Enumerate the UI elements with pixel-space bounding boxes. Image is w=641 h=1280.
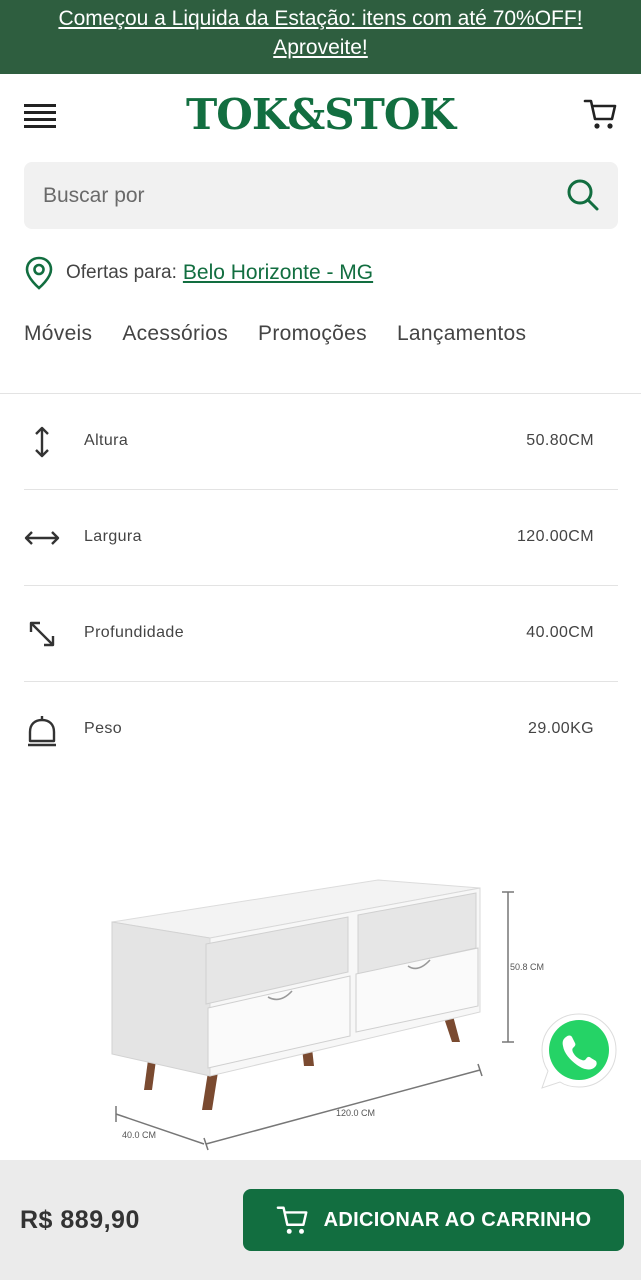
weight-icon (28, 716, 56, 747)
spec-name: Peso (84, 720, 123, 737)
location-label: Ofertas para: (66, 262, 177, 283)
spec-name: Largura (84, 528, 142, 545)
search-input[interactable] (24, 162, 544, 229)
whatsapp-icon[interactable] (538, 1010, 620, 1092)
nav-item-lancamentos[interactable]: Lançamentos (397, 322, 526, 346)
brand-logo[interactable]: TOK&STOK (0, 90, 641, 139)
spec-value: 29.00KG (528, 720, 594, 737)
location-city-link[interactable]: Belo Horizonte - MG (183, 261, 373, 285)
product-price: R$ 889,90 (20, 1206, 140, 1234)
nav-item-acessorios[interactable]: Acessórios (122, 322, 228, 346)
product-image: 50.8 CM 120.0 CM 40.0 CM (111, 879, 544, 1151)
leg (202, 1072, 218, 1110)
add-to-cart-button[interactable]: ADICIONAR AO CARRINHO (243, 1189, 624, 1251)
height-arrow-icon (35, 426, 49, 458)
width-arrow-icon (24, 531, 60, 545)
bottom-purchase-bar: R$ 889,90 ADICIONAR AO CARRINHO (0, 1160, 641, 1280)
promo-link[interactable]: Começou a Liquida da Estação: itens com … (21, 4, 621, 62)
product-specs: Altura 50.80CM Largura 120.00CM Profundi… (24, 394, 618, 778)
header: TOK&STOK (0, 74, 641, 158)
search-bar (24, 162, 618, 229)
spec-value: 40.00CM (526, 624, 594, 641)
spec-row-height: Altura 50.80CM (24, 394, 618, 490)
dimension-depth-label: 40.0 CM (122, 1130, 156, 1140)
shopping-cart-icon[interactable] (583, 96, 619, 132)
location-pin-icon (25, 256, 53, 290)
search-icon[interactable] (566, 178, 600, 212)
spec-row-width: Largura 120.00CM (24, 490, 618, 586)
spec-name: Profundidade (84, 624, 184, 641)
category-nav: Móveis Acessórios Promoções Lançamentos (24, 322, 556, 346)
dimension-width-label: 120.0 CM (336, 1108, 375, 1118)
spec-value: 120.00CM (516, 528, 594, 545)
depth-arrow-icon (29, 621, 55, 647)
add-to-cart-label: ADICIONAR AO CARRINHO (323, 1208, 592, 1231)
location-selector: Ofertas para: Belo Horizonte - MG (24, 256, 373, 290)
spec-name: Altura (84, 432, 129, 449)
spec-row-weight: Peso 29.00KG (24, 682, 618, 778)
spec-row-depth: Profundidade 40.00CM (24, 586, 618, 682)
promo-banner: Começou a Liquida da Estação: itens com … (0, 0, 641, 74)
dimension-height-label: 50.8 CM (510, 962, 544, 972)
leg (144, 1060, 156, 1090)
nav-item-moveis[interactable]: Móveis (24, 322, 92, 346)
nav-item-promocoes[interactable]: Promoções (258, 322, 367, 346)
spec-value: 50.80CM (526, 432, 594, 449)
cart-icon (276, 1206, 308, 1234)
